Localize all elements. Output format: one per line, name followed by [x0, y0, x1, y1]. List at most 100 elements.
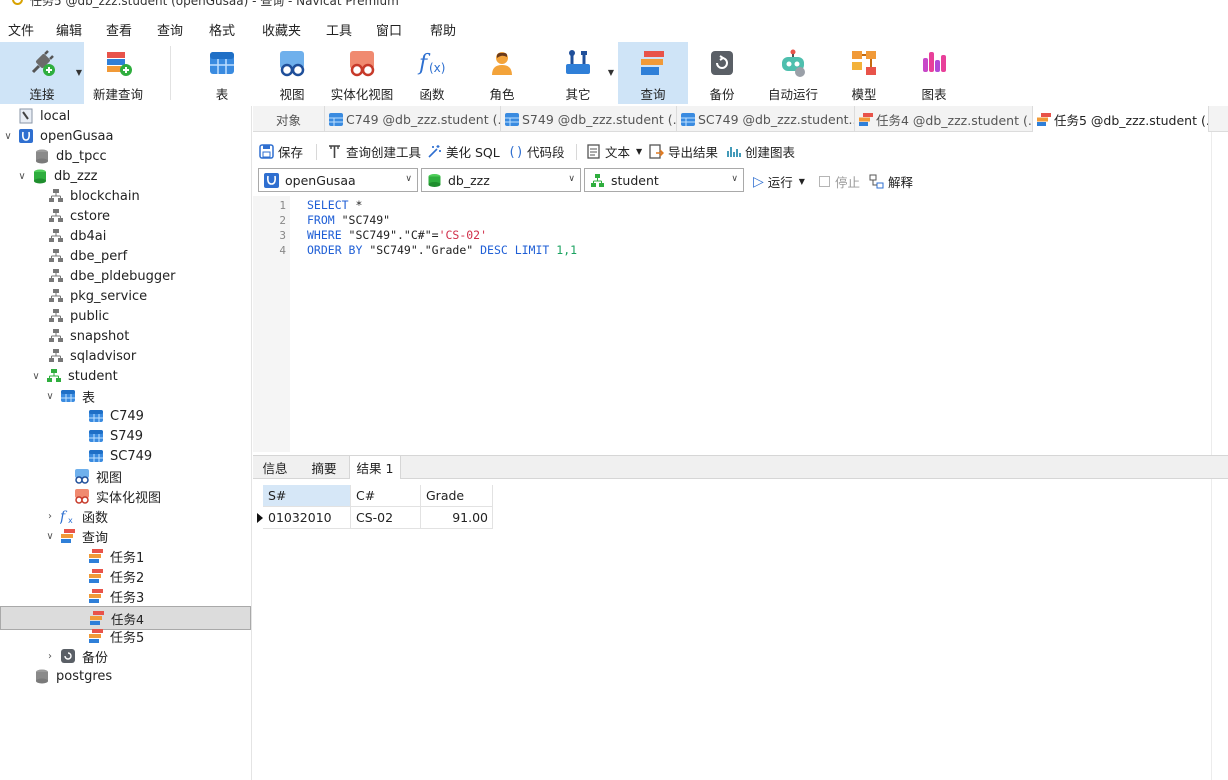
tree-item-schema[interactable]: pkg_service — [0, 286, 251, 306]
tree-item-views[interactable]: 视图 — [0, 466, 251, 486]
new-query-button[interactable]: 新建查询 — [88, 42, 148, 104]
tree-item-schema[interactable]: dbe_perf — [0, 246, 251, 266]
menu-edit[interactable]: 编辑 — [56, 20, 82, 39]
tools-icon — [563, 48, 593, 78]
table-cell[interactable]: 91.00 — [421, 507, 493, 529]
tree-item-schema[interactable]: blockchain — [0, 186, 251, 206]
chart-button[interactable]: 图表 — [908, 42, 960, 104]
create-chart-button[interactable]: 创建图表 — [726, 142, 795, 161]
tab-c749[interactable]: C749 @db_zzz.student (... — [325, 106, 501, 132]
chevron-down-icon[interactable]: ∨ — [2, 131, 14, 142]
chart-icon — [726, 144, 741, 159]
explain-button[interactable]: 解释 — [869, 172, 913, 191]
schema-icon — [48, 308, 64, 324]
tree-item-query[interactable]: 任务3 — [0, 586, 251, 606]
tree-item-table[interactable]: S749 — [0, 426, 251, 446]
tree-item-local[interactable]: local — [0, 106, 251, 126]
connect-dropdown-icon[interactable]: ▼ — [76, 68, 82, 77]
tab-objects[interactable]: 对象 — [253, 106, 325, 132]
tree-item-schema[interactable]: sqladvisor — [0, 346, 251, 366]
chevron-right-icon[interactable]: › — [44, 651, 56, 662]
tree-item-table[interactable]: C749 — [0, 406, 251, 426]
column-header[interactable]: S# — [263, 485, 351, 507]
query-icon — [1037, 112, 1051, 126]
sql-editor[interactable]: 1 2 3 4 SELECT * FROM "SC749" WHERE "SC7… — [253, 196, 1211, 452]
schema-select[interactable]: student ∨ — [584, 168, 744, 192]
view-button[interactable]: 视图 — [266, 42, 318, 104]
other-dropdown-icon[interactable]: ▼ — [608, 68, 614, 77]
tab-info[interactable]: 信息 — [253, 456, 297, 479]
svg-text:f: f — [60, 509, 68, 524]
beautify-sql-button[interactable]: 美化 SQL — [427, 142, 500, 161]
tree-item-query[interactable]: 任务1 — [0, 546, 251, 566]
stop-button[interactable]: 停止 — [819, 172, 860, 191]
materialized-view-button[interactable]: 实体化视图 — [326, 42, 398, 104]
tree-item-db-tpcc[interactable]: db_tpcc — [0, 146, 251, 166]
tree-item-table[interactable]: SC749 — [0, 446, 251, 466]
backup-button[interactable]: 备份 — [696, 42, 748, 104]
chevron-down-icon[interactable]: ∨ — [30, 371, 42, 382]
tree-item-query[interactable]: 任务5 — [0, 626, 251, 646]
other-button[interactable]: 其它 ▼ — [552, 42, 614, 104]
schema-icon — [48, 208, 64, 224]
model-button[interactable]: 模型 — [838, 42, 890, 104]
column-header[interactable]: C# — [351, 485, 421, 507]
menu-window[interactable]: 窗口 — [376, 20, 402, 39]
menu-tools[interactable]: 工具 — [326, 20, 352, 39]
code-snippet-button[interactable]: () 代码段 — [508, 142, 565, 161]
tree-item-schema[interactable]: snapshot — [0, 326, 251, 346]
menu-format[interactable]: 格式 — [209, 20, 235, 39]
tree-item-tables[interactable]: ∨ 表 — [0, 386, 251, 406]
tab-task5[interactable]: 任务5 @db_zzz.student (... — [1033, 106, 1209, 132]
export-results-button[interactable]: 导出结果 — [649, 142, 718, 161]
tab-result-1[interactable]: 结果 1 — [349, 456, 401, 479]
chevron-down-icon[interactable]: ∨ — [44, 391, 56, 402]
tree-item-schema[interactable]: cstore — [0, 206, 251, 226]
tree-item-queries[interactable]: ∨ 查询 — [0, 526, 251, 546]
chevron-right-icon[interactable]: › — [44, 511, 56, 522]
menu-file[interactable]: 文件 — [8, 20, 34, 39]
save-button[interactable]: 保存 — [259, 142, 303, 161]
text-mode-dropdown-icon[interactable]: ▼ — [636, 147, 642, 156]
run-dropdown-icon[interactable]: ▼ — [799, 177, 805, 186]
chevron-down-icon[interactable]: ∨ — [44, 531, 56, 542]
tree-item-schema[interactable]: db4ai — [0, 226, 251, 246]
table-icon — [88, 408, 104, 424]
function-button[interactable]: f (x) 函数 — [406, 42, 458, 104]
tree-item-materialized-views[interactable]: 实体化视图 — [0, 486, 251, 506]
column-header[interactable]: Grade — [421, 485, 493, 507]
menu-favorites[interactable]: 收藏夹 — [262, 20, 301, 39]
tree-item-opengusaa[interactable]: ∨ openGusaa — [0, 126, 251, 146]
query-builder-button[interactable]: 查询创建工具 — [327, 142, 421, 161]
tab-task4[interactable]: 任务4 @db_zzz.student (... — [855, 106, 1033, 132]
tree-item-student-schema[interactable]: ∨ student — [0, 366, 251, 386]
table-cell[interactable]: CS-02 — [351, 507, 421, 529]
chevron-down-icon[interactable]: ∨ — [16, 171, 28, 182]
table-cell[interactable]: 01032010 — [263, 507, 351, 529]
database-select[interactable]: db_zzz ∨ — [421, 168, 581, 192]
menu-help[interactable]: 帮助 — [430, 20, 456, 39]
query-button[interactable]: 查询 — [618, 42, 688, 104]
tree-item-schema[interactable]: public — [0, 306, 251, 326]
role-button[interactable]: 角色 — [476, 42, 528, 104]
menu-view[interactable]: 查看 — [106, 20, 132, 39]
connect-button[interactable]: 连接 ▼ — [0, 42, 84, 104]
table-button[interactable]: 表 — [196, 42, 248, 104]
automation-button[interactable]: 自动运行 — [762, 42, 824, 104]
tab-s749[interactable]: S749 @db_zzz.student (... — [501, 106, 677, 132]
menu-bar: 文件 编辑 查看 查询 格式 收藏夹 工具 窗口 帮助 — [0, 16, 1228, 40]
function-icon: f (x) — [417, 48, 447, 78]
save-icon — [259, 144, 274, 159]
tree-item-query[interactable]: 任务2 — [0, 566, 251, 586]
tree-item-backups[interactable]: › 备份 — [0, 646, 251, 666]
tree-item-functions[interactable]: › fx 函数 — [0, 506, 251, 526]
tab-sc749[interactable]: SC749 @db_zzz.student... — [677, 106, 855, 132]
tree-item-postgres[interactable]: postgres — [0, 666, 251, 686]
run-button[interactable]: ▷ 运行 ▼ — [753, 172, 805, 191]
tree-item-db-zzz[interactable]: ∨ db_zzz — [0, 166, 251, 186]
connection-select[interactable]: openGusaa ∨ — [258, 168, 418, 192]
tab-summary[interactable]: 摘要 — [301, 456, 347, 479]
text-mode-button[interactable]: 文本 ▼ — [586, 142, 642, 161]
menu-query[interactable]: 查询 — [157, 20, 183, 39]
tree-item-schema[interactable]: dbe_pldebugger — [0, 266, 251, 286]
